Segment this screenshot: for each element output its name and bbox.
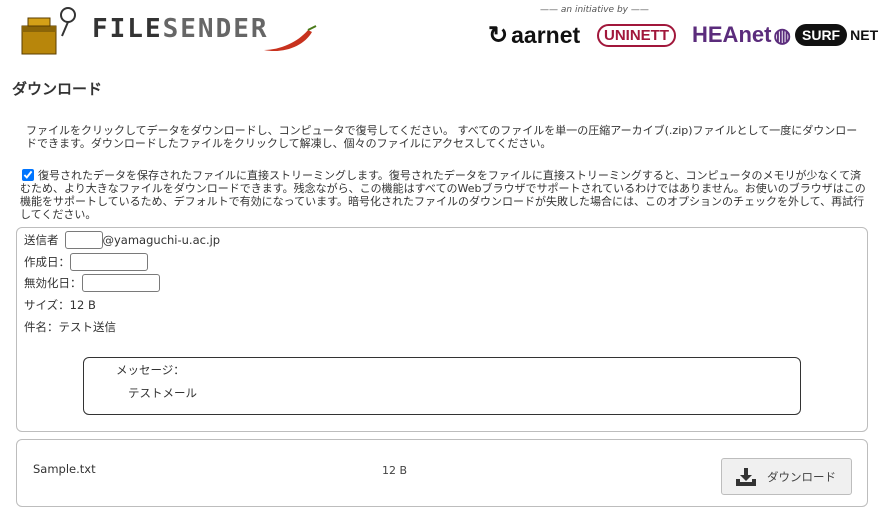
expires-date-field[interactable] <box>81 274 160 292</box>
stream-checkbox[interactable] <box>22 169 34 181</box>
subject-row: 件名：テスト送信 <box>24 320 116 334</box>
app-name: FILESENDER <box>92 14 269 44</box>
expires-row: 無効化日： <box>24 274 160 292</box>
download-button-label: ダウンロード <box>767 469 836 484</box>
sender-field[interactable] <box>64 231 103 249</box>
chili-icon <box>264 25 317 52</box>
message-text: テストメール <box>128 386 197 400</box>
page-title: ダウンロード <box>12 80 103 98</box>
message-box: メッセージ： テストメール <box>83 357 801 415</box>
stream-option: 復号されたデータを保存されたファイルに直接ストリーミングします。復号されたデータ… <box>20 169 868 221</box>
app-name-file: FILE <box>92 14 163 44</box>
transfer-details: 送信者 @yamaguchi-u.ac.jp 作成日： 無効化日： サイズ：12… <box>16 227 868 432</box>
created-date-field[interactable] <box>70 253 148 271</box>
message-label: メッセージ： <box>116 363 185 377</box>
sender-domain: @yamaguchi-u.ac.jp <box>102 233 221 247</box>
filesender-logo-icon <box>21 7 76 55</box>
sender-label: 送信者 <box>24 233 59 247</box>
surfnet-logo[interactable]: SURF NET <box>795 20 878 50</box>
app-name-sender: SENDER <box>162 14 269 44</box>
heanet-logo[interactable]: HEAnet ◍ <box>692 20 791 50</box>
download-icon <box>736 467 756 486</box>
created-row: 作成日： <box>24 253 148 271</box>
file-row: Sample.txt 12 B ダウンロード <box>16 439 868 507</box>
expires-label: 無効化日： <box>24 276 82 290</box>
aarnet-logo[interactable]: ↻ aarnet <box>488 20 580 50</box>
size-row: サイズ：12 B <box>24 298 96 312</box>
file-size: 12 B <box>382 464 408 477</box>
download-info-text: ファイルをクリックしてデータをダウンロードし、コンピュータで復号してください。 … <box>26 124 858 150</box>
header: FILESENDER —— an initiative by —— ↻ aarne… <box>0 0 886 64</box>
file-name[interactable]: Sample.txt <box>33 462 96 476</box>
download-button[interactable]: ダウンロード <box>721 458 852 495</box>
heanet-globe-icon: ◍ <box>773 24 791 47</box>
aarnet-swirl-icon: ↻ <box>488 21 509 49</box>
created-label: 作成日： <box>24 255 70 269</box>
stream-option-text: 復号されたデータを保存されたファイルに直接ストリーミングします。復号されたデータ… <box>20 169 866 221</box>
uninett-logo[interactable]: UNINETT <box>597 20 676 50</box>
sender-row: 送信者 @yamaguchi-u.ac.jp <box>24 231 220 249</box>
initiative-text: —— an initiative by —— <box>540 5 649 15</box>
